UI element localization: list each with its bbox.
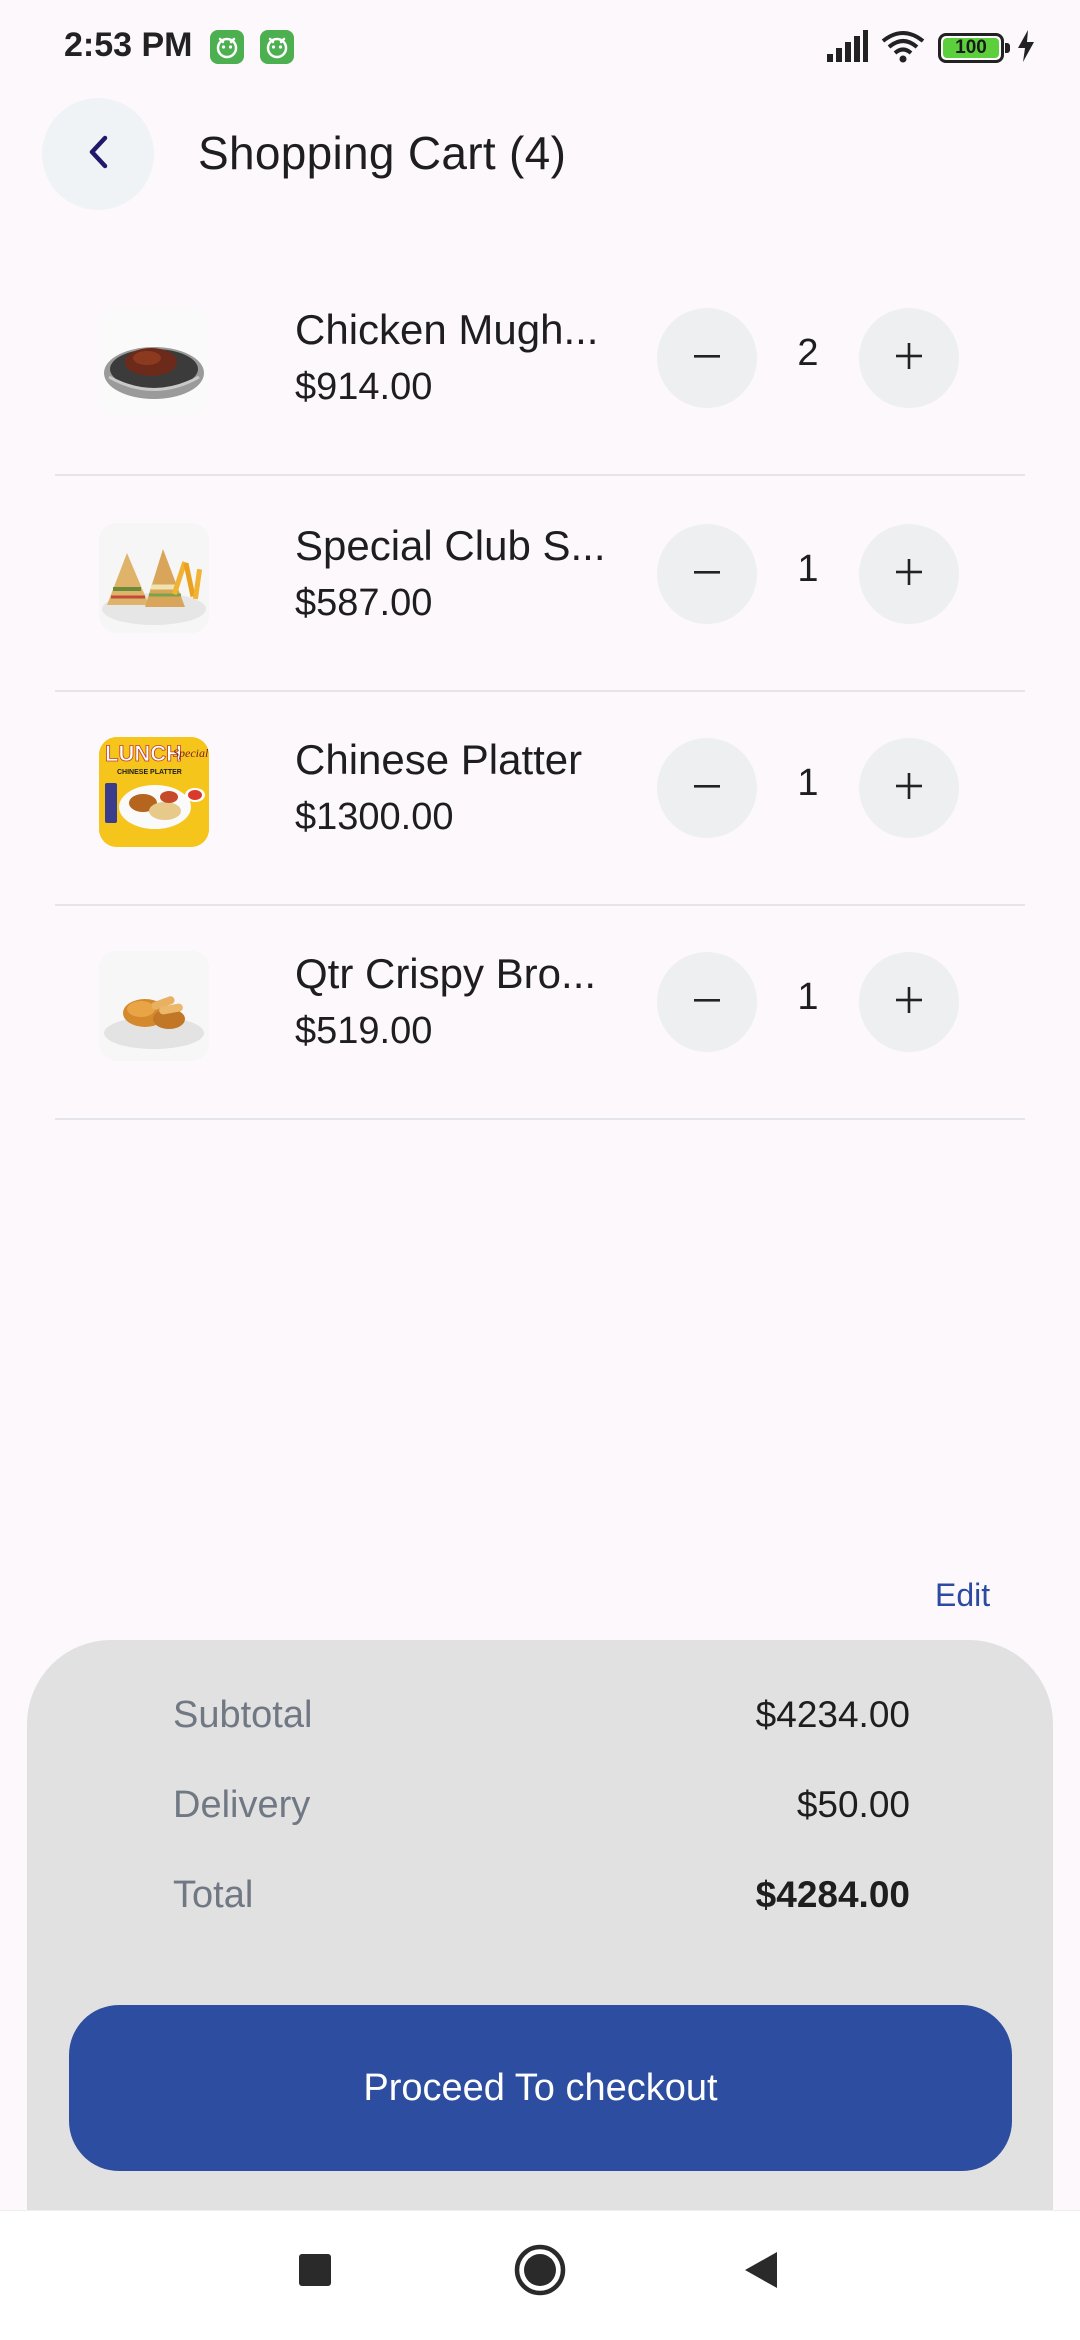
charging-bolt-icon — [1016, 29, 1036, 67]
subtotal-value: $4234.00 — [755, 1694, 910, 1735]
total-label: Total — [173, 1874, 254, 1916]
item-quantity: 1 — [797, 548, 819, 590]
item-price: $914.00 — [295, 366, 433, 408]
item-image — [99, 307, 209, 417]
increment-quantity-button[interactable] — [859, 308, 959, 408]
decrement-quantity-button[interactable] — [657, 308, 757, 408]
item-name: Qtr Crispy Bro... — [295, 950, 597, 997]
svg-text:LUNCH: LUNCH — [105, 741, 182, 766]
cart-item: Chicken Mugh... $914.00 2 — [55, 262, 1025, 476]
total-value: $4284.00 — [755, 1874, 910, 1915]
item-price: $1300.00 — [295, 796, 454, 838]
plus-icon — [895, 986, 923, 1019]
item-price: $519.00 — [295, 1010, 433, 1052]
increment-quantity-button[interactable] — [859, 738, 959, 838]
item-image — [99, 523, 209, 633]
item-quantity: 2 — [797, 332, 819, 374]
delivery-value: $50.00 — [796, 1784, 910, 1825]
home-circle-icon[interactable] — [505, 2235, 575, 2305]
edit-link[interactable]: Edit — [935, 1577, 990, 1614]
item-price: $587.00 — [295, 582, 433, 624]
minus-icon — [693, 558, 721, 591]
battery-icon: 100 — [938, 33, 1010, 63]
app-notification-icon — [260, 30, 294, 64]
increment-quantity-button[interactable] — [859, 524, 959, 624]
item-name: Special Club S... — [295, 522, 606, 569]
cellular-signal-icon — [826, 29, 868, 67]
cart-item: Qtr Crispy Bro... $519.00 1 — [55, 906, 1025, 1120]
plus-icon — [895, 342, 923, 375]
recents-square-icon[interactable] — [280, 2235, 350, 2305]
minus-icon — [693, 986, 721, 1019]
subtotal-label: Subtotal — [173, 1694, 313, 1736]
svg-text:CHINESE PLATTER: CHINESE PLATTER — [117, 769, 182, 776]
cart-item: LUNCH Special CHINESE PLATTER Chinese Plat… — [55, 692, 1025, 906]
item-name: Chinese Platter — [295, 736, 583, 783]
item-quantity: 1 — [797, 976, 819, 1018]
cart-item: Special Club S... $587.00 1 — [55, 478, 1025, 692]
minus-icon — [693, 342, 721, 375]
app-notification-icon — [210, 30, 244, 64]
page-title: Shopping Cart (4) — [198, 127, 567, 179]
battery-level: 100 — [955, 37, 987, 58]
svg-text:Special: Special — [173, 746, 209, 760]
item-image: LUNCH Special CHINESE PLATTER — [99, 737, 209, 847]
plus-icon — [895, 558, 923, 591]
chevron-left-icon — [83, 132, 113, 177]
decrement-quantity-button[interactable] — [657, 524, 757, 624]
status-bar: 2:53 PM 100 — [0, 0, 1080, 96]
minus-icon — [693, 772, 721, 805]
increment-quantity-button[interactable] — [859, 952, 959, 1052]
system-navigation-bar — [0, 2210, 1080, 2340]
plus-icon — [895, 772, 923, 805]
decrement-quantity-button[interactable] — [657, 952, 757, 1052]
shopping-cart-screen: 2:53 PM 100 Shopping Cart (4) Chicken Mu… — [0, 0, 1080, 2340]
delivery-label: Delivery — [173, 1784, 311, 1826]
status-indicators: 100 — [826, 26, 1036, 70]
proceed-to-checkout-button[interactable]: Proceed To checkout — [69, 2005, 1012, 2171]
decrement-quantity-button[interactable] — [657, 738, 757, 838]
item-name: Chicken Mugh... — [295, 306, 599, 353]
back-triangle-icon[interactable] — [726, 2235, 796, 2305]
back-button[interactable] — [42, 98, 154, 210]
wifi-icon — [880, 29, 926, 68]
item-quantity: 1 — [797, 762, 819, 804]
status-time: 2:53 PM — [64, 26, 193, 64]
item-image — [99, 951, 209, 1061]
